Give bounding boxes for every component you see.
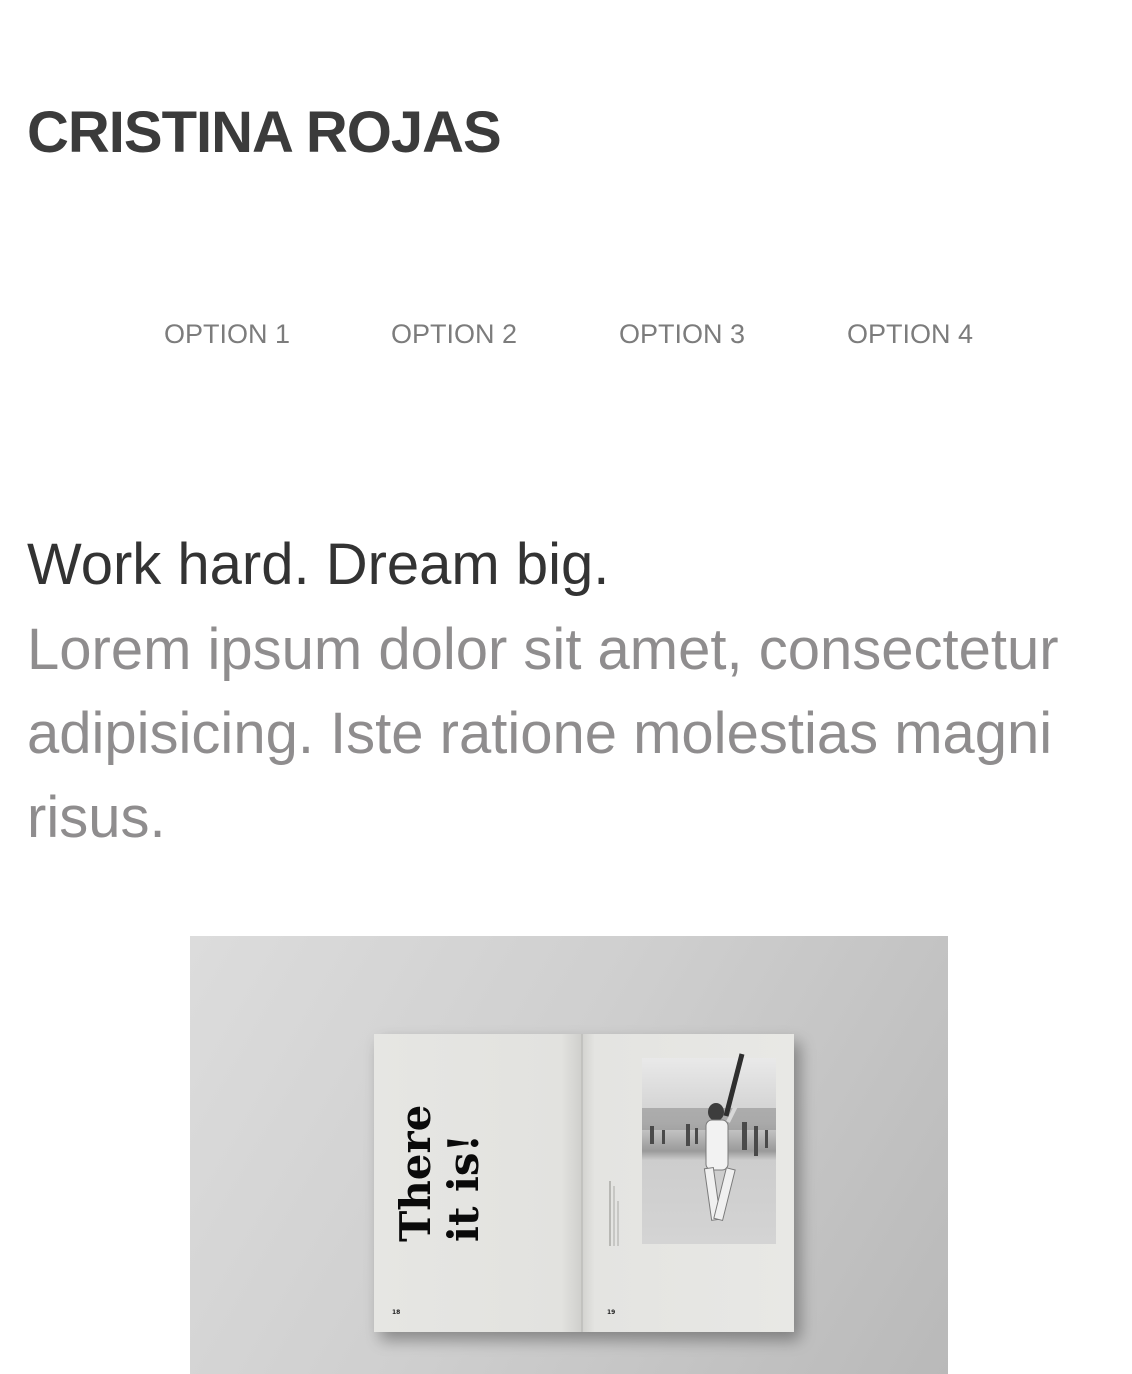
cricket-photo: [642, 1053, 776, 1244]
magazine-mockup-image: There it is! 18 19: [190, 936, 948, 1374]
headline-line-2: it is!: [439, 1134, 488, 1242]
main-nav: OPTION 1 OPTION 2 OPTION 3 OPTION 4: [0, 316, 1132, 352]
nav-option-1[interactable]: OPTION 1: [164, 316, 290, 352]
hero-heading: Work hard. Dream big.: [27, 532, 610, 597]
site-title[interactable]: CRISTINA ROJAS: [27, 100, 502, 166]
page: CRISTINA ROJAS OPTION 1 OPTION 2 OPTION …: [0, 0, 1132, 1374]
headline-line-1: There: [391, 1105, 440, 1242]
nav-option-2[interactable]: OPTION 2: [391, 316, 517, 352]
nav-option-3[interactable]: OPTION 3: [619, 316, 745, 352]
hero-body-text: Lorem ipsum dolor sit amet, consectetur …: [27, 617, 1059, 850]
left-page-number: 18: [392, 1309, 400, 1316]
right-page-number: 19: [607, 1309, 615, 1316]
nav-option-4[interactable]: OPTION 4: [847, 316, 973, 352]
magazine-mockup-illustration: There it is! 18 19: [374, 1034, 794, 1332]
